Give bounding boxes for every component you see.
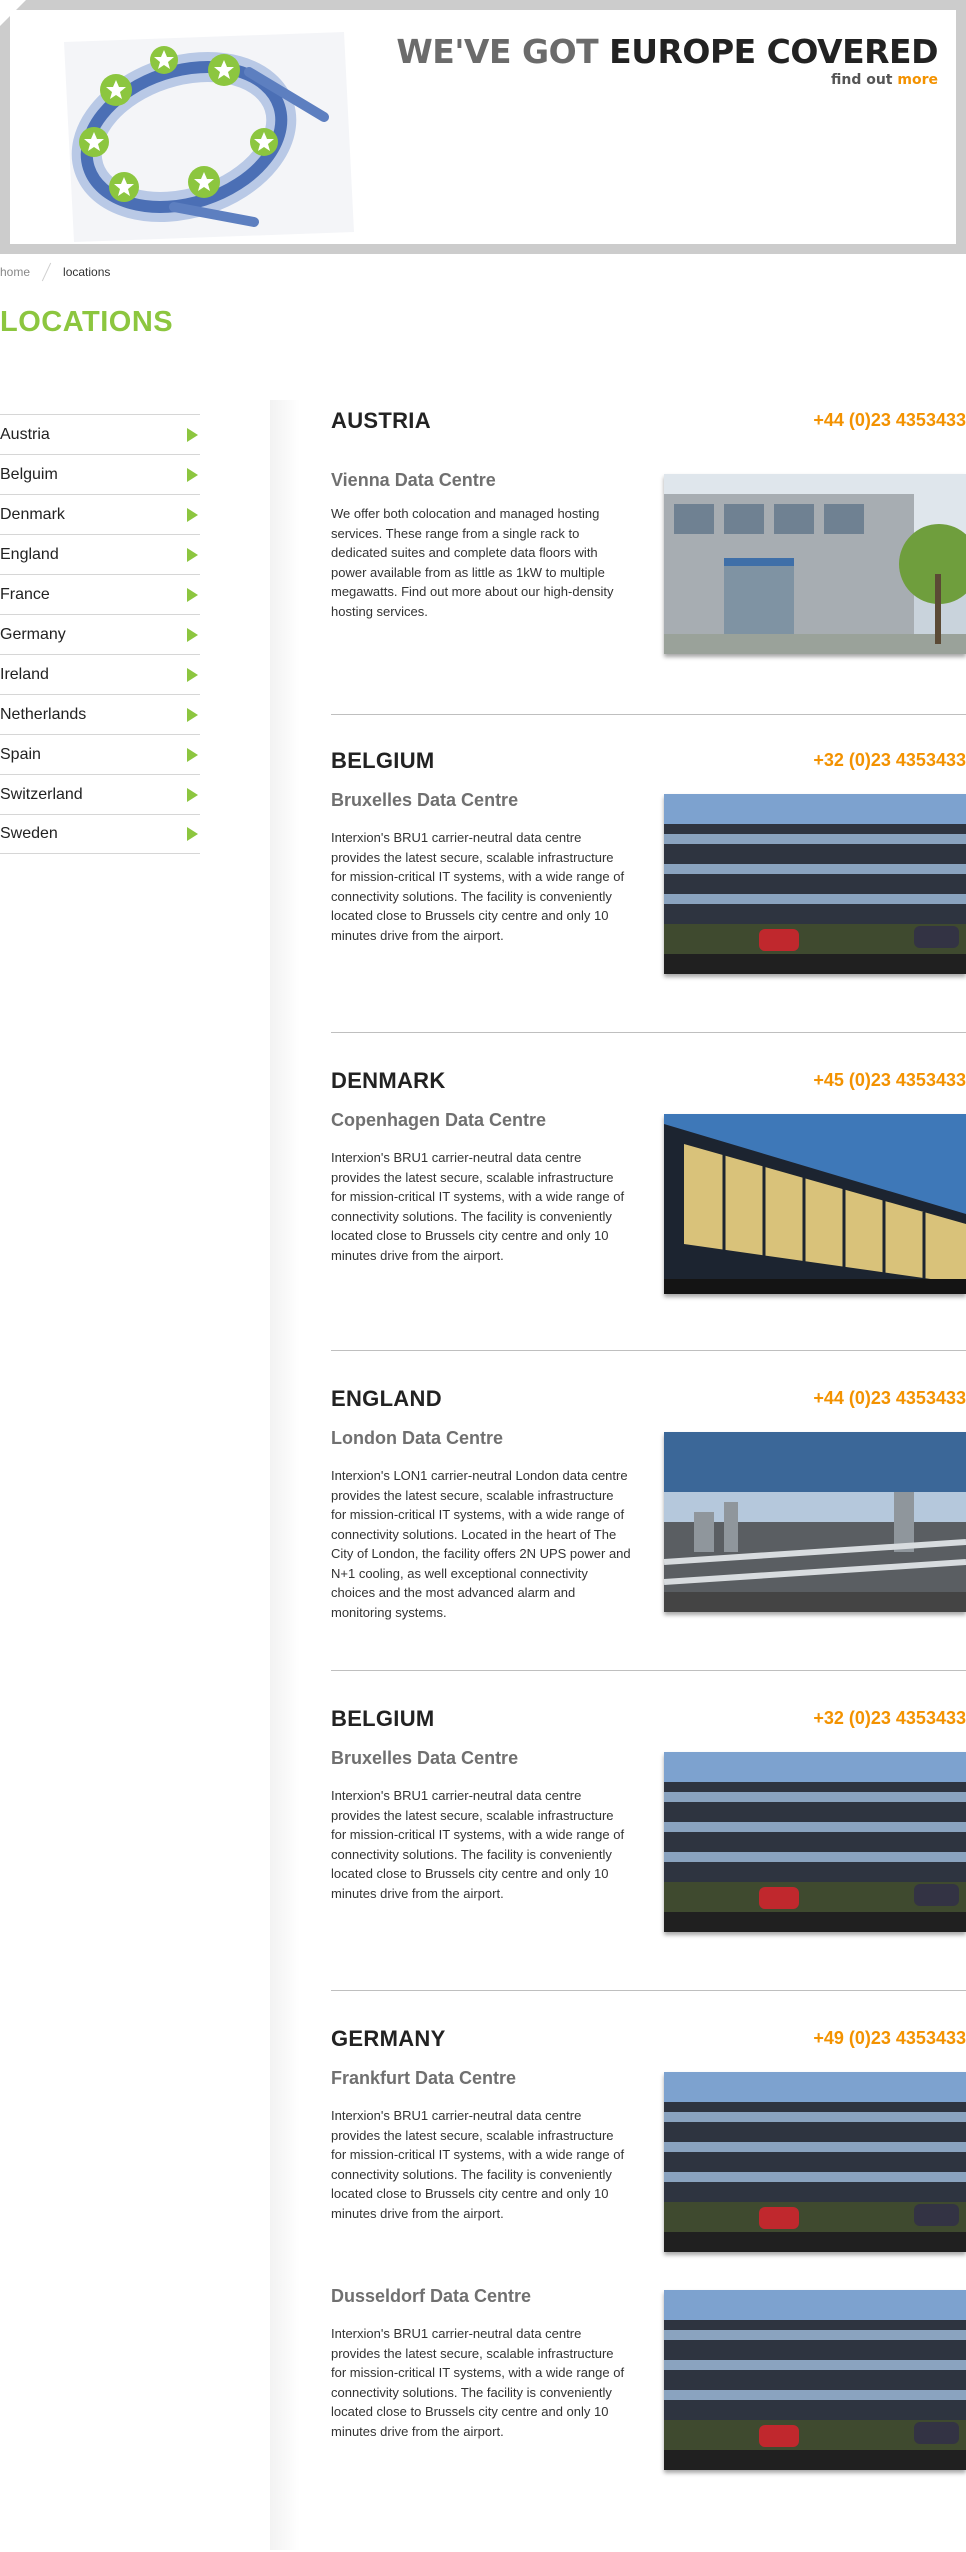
data-centre-photo [664, 474, 966, 654]
data-centre-name: Frankfurt Data Centre [331, 2068, 517, 2088]
page-title: LOCATIONS [0, 306, 174, 338]
section-divider [331, 1350, 966, 1351]
arrow-right-icon [187, 747, 198, 762]
data-centre-description: We offer both colocation and managed hos… [331, 506, 614, 619]
country-heading: GERMANY [331, 2026, 446, 2051]
phone-number[interactable]: +32 (0)23 4353433 [813, 1708, 966, 1729]
sidebar-item-label: Switzerland [0, 785, 83, 803]
data-centre-photo [664, 794, 966, 974]
banner-title-light: WE'VE GOT [396, 32, 599, 71]
breadcrumb-separator [41, 262, 52, 282]
sidebar-item-germany[interactable]: Germany [0, 614, 200, 654]
arrow-right-icon [187, 827, 198, 841]
data-centre-name: Vienna Data Centre [331, 470, 496, 490]
sidebar-item-label: Sweden [0, 825, 58, 842]
data-centre-description: Interxion's LON1 carrier-neutral London … [331, 1468, 631, 1620]
sidebar-item-switzerland[interactable]: Switzerland [0, 774, 200, 814]
data-centre-description: Interxion's BRU1 carrier-neutral data ce… [331, 2108, 625, 2221]
data-centre-name: Bruxelles Data Centre [331, 790, 519, 810]
country-heading: DENMARK [331, 1068, 446, 1093]
data-centre-description: Interxion's BRU1 carrier-neutral data ce… [331, 1788, 625, 1901]
sidebar-item-england[interactable]: England [0, 534, 200, 574]
sidebar-item-label: France [0, 585, 50, 603]
data-centre-name: Copenhagen Data Centre [331, 1110, 547, 1130]
section-divider [331, 1670, 966, 1671]
phone-number[interactable]: +49 (0)23 4353433 [813, 2028, 966, 2049]
breadcrumb-current: locations [63, 265, 111, 279]
data-centre-description: Interxion's BRU1 carrier-neutral data ce… [331, 1150, 625, 1263]
column-divider-shadow [270, 400, 300, 2550]
data-centre-name: Bruxelles Data Centre [331, 1748, 519, 1768]
phone-number[interactable]: +44 (0)23 4353433 [813, 410, 966, 431]
arrow-right-icon [187, 707, 198, 722]
phone-number[interactable]: +45 (0)23 4353433 [813, 1070, 966, 1091]
banner-subline: find out more [831, 72, 938, 88]
arrow-right-icon [187, 507, 198, 522]
sidebar-item-spain[interactable]: Spain [0, 734, 200, 774]
data-centre-photo [664, 2072, 966, 2252]
country-sidebar-nav: Austria Belguim Denmark England France G… [0, 414, 200, 854]
sidebar-item-label: Netherlands [0, 705, 87, 723]
sidebar-item-label: Austria [0, 425, 50, 443]
data-centre-name: London Data Centre [331, 1428, 504, 1448]
sidebar-item-ireland[interactable]: Ireland [0, 654, 200, 694]
sidebar-item-austria[interactable]: Austria [0, 414, 200, 454]
breadcrumb: home locations [0, 262, 110, 282]
sidebar-item-label: England [0, 545, 59, 563]
section-divider [331, 1032, 966, 1033]
sidebar-item-netherlands[interactable]: Netherlands [0, 694, 200, 734]
europe-network-illustration [64, 32, 354, 242]
arrow-right-icon [187, 787, 198, 802]
data-centre-photo [664, 1114, 966, 1294]
data-centre-name: Dusseldorf Data Centre [331, 2286, 532, 2306]
data-centre-photo [664, 1432, 966, 1612]
breadcrumb-home-link[interactable]: home [0, 265, 30, 279]
arrow-right-icon [187, 547, 198, 562]
sidebar-item-label: Denmark [0, 505, 65, 523]
arrow-right-icon [187, 667, 198, 682]
sidebar-item-denmark[interactable]: Denmark [0, 494, 200, 534]
data-centre-description: Interxion's BRU1 carrier-neutral data ce… [331, 2326, 625, 2439]
arrow-right-icon [187, 627, 198, 642]
sidebar-item-sweden[interactable]: Sweden [0, 814, 200, 854]
banner-corner-fold [0, 0, 26, 26]
arrow-right-icon [187, 427, 198, 442]
country-heading: AUSTRIA [331, 408, 431, 433]
section-divider [331, 714, 966, 715]
sidebar-item-label: Ireland [0, 665, 49, 683]
phone-number[interactable]: +44 (0)23 4353433 [813, 1388, 966, 1409]
sidebar-item-label: Spain [0, 745, 41, 763]
phone-number[interactable]: +32 (0)23 4353433 [813, 750, 966, 771]
banner-title-dark: EUROPE COVERED [609, 32, 938, 71]
banner-headline: WE'VE GOT EUROPE COVERED [396, 32, 938, 71]
arrow-right-icon [187, 587, 198, 602]
sidebar-item-label: Belguim [0, 465, 58, 483]
country-heading: BELGIUM [331, 748, 435, 773]
hero-banner: WE'VE GOT EUROPE COVERED find out more [0, 0, 966, 254]
data-centre-photo [664, 1752, 966, 1932]
find-out-more-link[interactable]: more [897, 72, 938, 88]
section-divider [331, 1990, 966, 1991]
banner-sub-text: find out [830, 72, 893, 88]
country-heading: BELGIUM [331, 1706, 435, 1731]
sidebar-item-label: Germany [0, 625, 66, 643]
data-centre-photo [664, 2290, 966, 2470]
data-centre-description: Interxion's BRU1 carrier-neutral data ce… [331, 830, 625, 943]
sidebar-item-belgium[interactable]: Belguim [0, 454, 200, 494]
arrow-right-icon [187, 467, 198, 482]
country-heading: ENGLAND [331, 1386, 442, 1411]
sidebar-item-france[interactable]: France [0, 574, 200, 614]
